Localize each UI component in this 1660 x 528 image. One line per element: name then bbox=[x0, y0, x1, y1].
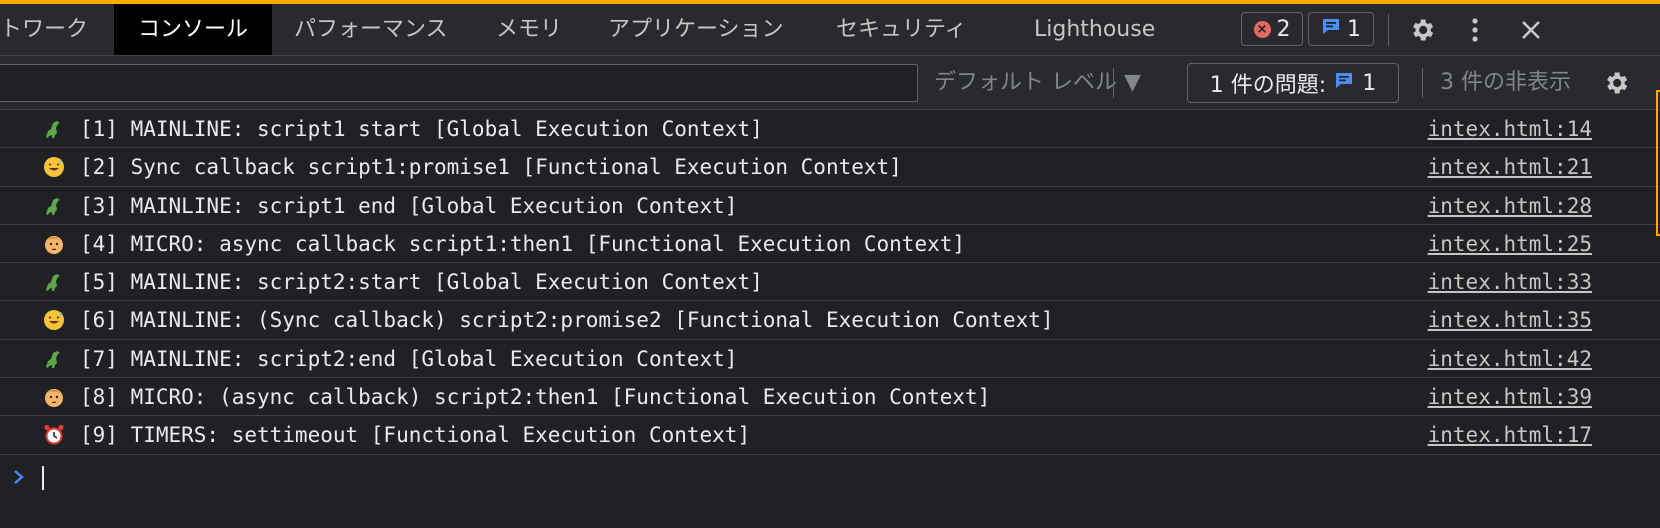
error-count-badge[interactable]: × 2 bbox=[1241, 12, 1303, 46]
close-icon[interactable] bbox=[1514, 14, 1548, 46]
source-link[interactable]: intex.html:33 bbox=[1428, 263, 1592, 301]
source-link[interactable]: intex.html:39 bbox=[1428, 378, 1592, 416]
dinosaur-icon bbox=[42, 194, 66, 218]
devtools-tabbar: トワーク コンソール パフォーマンス メモリ アプリケーション セキュリティ L… bbox=[0, 4, 1660, 56]
prompt-chevron-icon bbox=[12, 468, 26, 490]
issues-count: 1 bbox=[1362, 70, 1377, 96]
console-message-row: [3] MAINLINE: script1 end [Global Execut… bbox=[0, 187, 1660, 225]
sweat-smile-icon bbox=[42, 155, 66, 179]
text-cursor bbox=[42, 465, 44, 490]
tab-network[interactable]: トワーク bbox=[0, 4, 88, 55]
tab-lighthouse[interactable]: Lighthouse bbox=[1034, 4, 1155, 55]
divider bbox=[1422, 68, 1423, 98]
settings-gear-icon[interactable] bbox=[1404, 14, 1440, 46]
console-message-text: [3] MAINLINE: script1 end [Global Execut… bbox=[80, 193, 738, 218]
console-message-row: [1] MAINLINE: script1 start [Global Exec… bbox=[0, 110, 1660, 149]
console-prompt[interactable] bbox=[0, 455, 1660, 499]
issues-button[interactable]: 1 件の問題: 1 bbox=[1187, 63, 1399, 103]
more-options-icon[interactable] bbox=[1460, 14, 1490, 46]
error-count: 2 bbox=[1276, 16, 1291, 42]
tab-console[interactable]: コンソール bbox=[114, 4, 273, 55]
message-icon bbox=[1321, 16, 1341, 42]
console-filter-bar: デフォルト レベル ▼ 1 件の問題: 1 3 件の非表示 bbox=[0, 56, 1660, 110]
source-link[interactable]: intex.html:35 bbox=[1428, 301, 1592, 339]
console-message-row: [6] MAINLINE: (Sync callback) script2:pr… bbox=[0, 301, 1660, 340]
tab-application[interactable]: アプリケーション bbox=[608, 4, 784, 55]
console-message-text: [5] MAINLINE: script2:start [Global Exec… bbox=[80, 270, 763, 295]
console-log: [1] MAINLINE: script1 start [Global Exec… bbox=[0, 110, 1660, 499]
console-message-text: [8] MICRO: (async callback) script2:then… bbox=[80, 385, 991, 410]
dinosaur-icon bbox=[42, 117, 66, 141]
message-count: 1 bbox=[1347, 16, 1361, 42]
console-message-row: [8] MICRO: (async callback) script2:then… bbox=[0, 378, 1660, 417]
filter-input[interactable] bbox=[0, 64, 918, 102]
console-message-text: [6] MAINLINE: (Sync callback) script2:pr… bbox=[80, 308, 1054, 333]
issues-label: 1 件の問題: bbox=[1209, 73, 1327, 98]
divider bbox=[1388, 14, 1389, 46]
alarm-clock-icon bbox=[42, 423, 66, 447]
source-link[interactable]: intex.html:14 bbox=[1428, 110, 1592, 148]
message-count-badge[interactable]: 1 bbox=[1308, 12, 1374, 46]
console-message-row: [2] Sync callback script1:promise1 [Func… bbox=[0, 148, 1660, 187]
log-levels-dropdown[interactable]: デフォルト レベル ▼ bbox=[934, 56, 1141, 110]
tab-security[interactable]: セキュリティ bbox=[836, 4, 967, 55]
source-link[interactable]: intex.html:17 bbox=[1428, 416, 1592, 454]
dinosaur-icon bbox=[42, 270, 66, 294]
divider bbox=[1113, 68, 1114, 98]
baby-face-icon bbox=[42, 385, 66, 409]
tab-memory[interactable]: メモリ bbox=[496, 4, 562, 55]
source-link[interactable]: intex.html:25 bbox=[1428, 225, 1592, 263]
source-link[interactable]: intex.html:21 bbox=[1428, 148, 1592, 186]
scrollbar-highlight bbox=[1656, 90, 1660, 236]
console-message-row: [4] MICRO: async callback script1:then1 … bbox=[0, 225, 1660, 264]
error-icon: × bbox=[1253, 20, 1271, 38]
sweat-smile-icon bbox=[42, 308, 66, 332]
source-link[interactable]: intex.html:42 bbox=[1428, 340, 1592, 378]
console-message-row: [9] TIMERS: settimeout [Functional Execu… bbox=[0, 416, 1660, 455]
baby-face-icon bbox=[42, 232, 66, 256]
source-link[interactable]: intex.html:28 bbox=[1428, 187, 1592, 225]
tab-performance[interactable]: パフォーマンス bbox=[294, 4, 448, 55]
issue-message-icon bbox=[1334, 70, 1354, 96]
console-message-text: [1] MAINLINE: script1 start [Global Exec… bbox=[80, 117, 763, 141]
console-message-text: [7] MAINLINE: script2:end [Global Execut… bbox=[80, 346, 738, 371]
console-message-text: [2] Sync callback script1:promise1 [Func… bbox=[80, 155, 902, 180]
console-message-text: [4] MICRO: async callback script1:then1 … bbox=[80, 231, 966, 256]
console-message-text: [9] TIMERS: settimeout [Functional Execu… bbox=[80, 423, 751, 448]
console-settings-gear-icon[interactable] bbox=[1598, 66, 1634, 100]
dinosaur-icon bbox=[42, 347, 66, 371]
hidden-messages-count: 3 件の非表示 bbox=[1440, 70, 1571, 95]
console-message-row: [5] MAINLINE: script2:start [Global Exec… bbox=[0, 263, 1660, 302]
console-message-row: [7] MAINLINE: script2:end [Global Execut… bbox=[0, 340, 1660, 379]
